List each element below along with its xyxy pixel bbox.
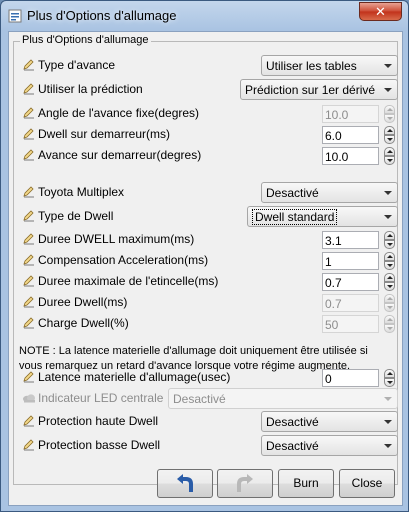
- chevron-down-icon: [384, 397, 392, 401]
- duree-max-etincelle-input[interactable]: 0.7: [322, 273, 379, 291]
- latence-materielle-input[interactable]: 0: [322, 369, 379, 387]
- app-icon: [8, 9, 22, 23]
- row-avance-demarreur: Avance sur demarreur(degres) 10.0: [14, 145, 397, 166]
- burn-button[interactable]: Burn: [278, 469, 334, 498]
- row-indicateur-led: Indicateur LED centrale Desactivé: [14, 388, 398, 409]
- row-duree-max-etincelle: Duree maximale de l'etincelle(ms) 0.7: [14, 271, 397, 292]
- pencil-icon: [23, 128, 34, 140]
- dialog-window: Plus d'Options d'allumage ✕ Plus d'Optio…: [0, 0, 409, 512]
- row-label: Duree maximale de l'etincelle(ms): [38, 274, 219, 288]
- indicateur-led-combo: Desactivé: [168, 388, 398, 409]
- dwell-demarreur-spinner[interactable]: [384, 126, 395, 144]
- dialog-client-area: Plus d'Options d'allumage Type d'avance …: [8, 31, 403, 506]
- row-label: Protection haute Dwell: [38, 414, 159, 428]
- protection-basse-dwell-combo[interactable]: Desactivé: [261, 435, 398, 456]
- chevron-down-icon: [384, 420, 392, 424]
- charge-dwell-spinner: [384, 315, 395, 333]
- options-group: Plus d'Options d'allumage Type d'avance …: [13, 34, 398, 485]
- group-legend: Plus d'Options d'allumage: [20, 34, 151, 46]
- row-label: Duree DWELL maximum(ms): [38, 232, 195, 246]
- type-dwell-combo[interactable]: Dwell standard: [247, 206, 398, 227]
- type-avance-combo[interactable]: Utiliser les tables: [261, 55, 398, 76]
- compensation-acceleration-input[interactable]: 1: [322, 252, 379, 270]
- pencil-icon: [23, 186, 34, 198]
- chevron-down-icon: [384, 88, 392, 92]
- row-type-avance: Type d'avance Utiliser les tables: [14, 55, 398, 76]
- row-label: Protection basse Dwell: [38, 438, 161, 452]
- protection-haute-dwell-combo[interactable]: Desactivé: [261, 411, 398, 432]
- pencil-icon: [23, 317, 34, 329]
- row-type-dwell: Type de Dwell Dwell standard: [14, 206, 398, 227]
- dwell-max-input[interactable]: 3.1: [322, 231, 379, 249]
- duree-max-etincelle-spinner[interactable]: [384, 273, 395, 291]
- row-label: Type de Dwell: [38, 209, 114, 223]
- undo-icon: [177, 474, 193, 492]
- redo-icon: [237, 474, 253, 492]
- pencil-icon: [23, 83, 34, 95]
- row-duree-dwell: Duree Dwell(ms) 0.7: [14, 292, 397, 313]
- pencil-icon: [23, 254, 34, 266]
- row-label: Dwell sur demarreur(ms): [38, 127, 171, 141]
- pencil-icon: [23, 371, 34, 383]
- pencil-icon: [23, 415, 34, 427]
- angle-avance-fixe-input: 10.0: [322, 105, 379, 123]
- avance-demarreur-input[interactable]: 10.0: [322, 147, 379, 165]
- row-label: Compensation Acceleration(ms): [38, 253, 209, 267]
- chevron-down-icon: [384, 444, 392, 448]
- dwell-demarreur-input[interactable]: 6.0: [322, 126, 379, 144]
- row-protection-haute-dwell: Protection haute Dwell Desactivé: [14, 411, 398, 432]
- row-dwell-demarreur: Dwell sur demarreur(ms) 6.0: [14, 124, 397, 145]
- row-toyota-multiplex: Toyota Multiplex Desactivé: [14, 182, 398, 203]
- close-icon: ✕: [375, 4, 386, 19]
- pencil-icon: [23, 107, 34, 119]
- chevron-down-icon: [384, 64, 392, 68]
- duree-dwell-input: 0.7: [322, 294, 379, 312]
- pencil-icon: [23, 233, 34, 245]
- row-label: Indicateur LED centrale: [38, 391, 164, 405]
- compensation-acceleration-spinner[interactable]: [384, 252, 395, 270]
- avance-demarreur-spinner[interactable]: [384, 147, 395, 165]
- row-label: Toyota Multiplex: [38, 185, 125, 199]
- duree-dwell-spinner: [384, 294, 395, 312]
- row-label: Type d'avance: [38, 58, 116, 72]
- redo-button: [217, 469, 273, 498]
- row-protection-basse-dwell: Protection basse Dwell Desactivé: [14, 435, 398, 456]
- row-label: Latence materielle d'allumage(usec): [38, 370, 231, 384]
- pencil-icon: [23, 439, 34, 451]
- window-title: Plus d'Options d'allumage: [27, 8, 177, 23]
- charge-dwell-input: 50: [322, 315, 379, 333]
- close-button[interactable]: Close: [339, 469, 395, 498]
- row-angle-avance-fixe: Angle de l'avance fixe(degres) 10.0: [14, 103, 397, 124]
- angle-avance-fixe-spinner: [384, 105, 395, 123]
- pencil-icon: [23, 296, 34, 308]
- pencil-icon: [23, 149, 34, 161]
- window-close-button[interactable]: ✕: [359, 2, 402, 21]
- row-label: Angle de l'avance fixe(degres): [38, 106, 200, 120]
- row-label: Charge Dwell(%): [38, 316, 129, 330]
- title-bar[interactable]: Plus d'Options d'allumage ✕: [1, 1, 408, 31]
- prediction-combo[interactable]: Prédiction sur 1er dérivé: [240, 79, 398, 100]
- row-label: Utiliser la prédiction: [38, 82, 143, 96]
- row-latence-materielle: Latence materielle d'allumage(usec) 0: [14, 367, 397, 388]
- latence-materielle-spinner[interactable]: [384, 369, 395, 387]
- chevron-down-icon: [384, 215, 392, 219]
- dwell-max-spinner[interactable]: [384, 231, 395, 249]
- toyota-multiplex-combo[interactable]: Desactivé: [261, 182, 398, 203]
- row-prediction: Utiliser la prédiction Prédiction sur 1e…: [14, 79, 398, 100]
- pencil-icon: [23, 275, 34, 287]
- cloud-icon: [23, 394, 35, 403]
- pencil-icon: [23, 59, 34, 71]
- undo-button[interactable]: [157, 469, 213, 498]
- chevron-down-icon: [384, 191, 392, 195]
- row-label: Avance sur demarreur(degres): [38, 148, 202, 162]
- row-dwell-max: Duree DWELL maximum(ms) 3.1: [14, 229, 397, 250]
- pencil-icon: [23, 210, 34, 222]
- row-charge-dwell: Charge Dwell(%) 50: [14, 313, 397, 334]
- row-label: Duree Dwell(ms): [38, 295, 128, 309]
- row-compensation-acceleration: Compensation Acceleration(ms) 1: [14, 250, 397, 271]
